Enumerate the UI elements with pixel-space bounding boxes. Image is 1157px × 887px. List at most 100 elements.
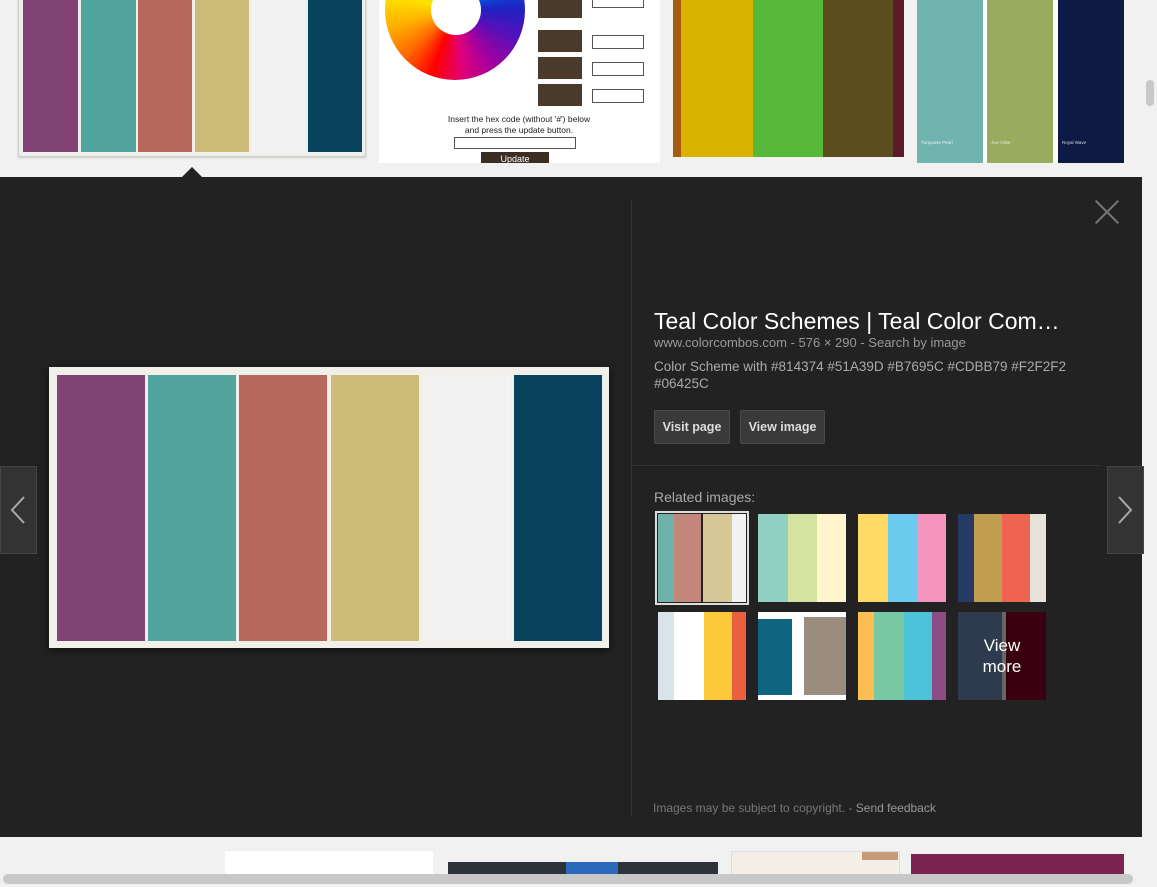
swatch — [538, 30, 582, 52]
meta-separator: - — [790, 335, 799, 350]
hex-box — [592, 0, 644, 8]
image-title[interactable]: Teal Color Schemes | Teal Color Com… — [654, 308, 1094, 335]
chip-label: Jive Olive — [991, 140, 1011, 145]
related-stripe — [1030, 514, 1046, 602]
color-bar — [148, 375, 236, 641]
thumbnail-earth-tones[interactable] — [673, 0, 904, 157]
related-stripe — [1002, 514, 1030, 602]
thumb-stripe — [673, 0, 681, 157]
related-stripe — [703, 514, 732, 602]
view-more-text: View more — [982, 636, 1022, 676]
related-image[interactable] — [758, 514, 846, 602]
related-stripe — [758, 514, 788, 602]
related-stripe — [732, 612, 746, 700]
image-size: 576 × 290 — [798, 335, 857, 350]
related-image[interactable] — [858, 514, 946, 602]
view-image-button[interactable]: View image — [740, 410, 825, 444]
footer-separator: - — [848, 801, 856, 815]
view-more-button[interactable]: View more — [958, 612, 1046, 700]
thumbnail-bottom-1[interactable] — [225, 851, 433, 874]
thumb-stripe — [917, 0, 983, 163]
close-icon[interactable] — [1094, 199, 1120, 225]
hex-box — [592, 62, 644, 76]
search-by-image-link[interactable]: Search by image — [868, 335, 966, 350]
send-feedback-link[interactable]: Send feedback — [856, 801, 936, 815]
color-bar — [57, 375, 145, 641]
copyright-footer: Images may be subject to copyright. - Se… — [653, 801, 936, 815]
chevron-left-icon — [10, 496, 25, 524]
related-image[interactable] — [758, 612, 846, 700]
related-image[interactable] — [858, 612, 946, 700]
hex-input-field — [454, 137, 576, 149]
main-preview-image[interactable] — [49, 367, 609, 648]
related-stripe — [932, 612, 946, 700]
thumbnail-color-wheel[interactable]: Insert the hex code (without '#') below … — [379, 0, 660, 163]
thumb-stripe — [823, 0, 893, 157]
related-stripe — [904, 612, 932, 700]
related-stripe — [704, 612, 732, 700]
image-detail-panel: Teal Color Schemes | Teal Color Com… www… — [0, 177, 1144, 837]
related-stripe — [674, 514, 701, 602]
related-stripe — [874, 612, 904, 700]
related-image[interactable] — [658, 612, 746, 700]
vertical-scrollbar-thumb[interactable] — [1146, 80, 1154, 106]
thumb-stripe — [195, 0, 249, 152]
hex-box — [592, 89, 644, 103]
chip-label: Turquoise Pearl — [921, 140, 953, 145]
related-stripe — [658, 612, 674, 700]
panel-divider — [631, 199, 632, 817]
image-description: Color Scheme with #814374 #51A39D #B7695… — [654, 359, 1066, 391]
color-bar — [331, 375, 419, 641]
related-stripe — [917, 514, 946, 602]
thumbnail-bottom-2[interactable] — [448, 862, 718, 874]
thumb-stripe — [308, 0, 362, 152]
update-button-image: Update — [481, 152, 549, 163]
thumb-stripe — [252, 0, 306, 152]
thumb-stripe — [81, 0, 136, 152]
thumb-stripe — [566, 862, 618, 874]
related-stripe — [758, 619, 792, 695]
thumb-stripe — [753, 0, 823, 157]
swatch — [538, 84, 582, 106]
chip-label: Royal Wave — [1062, 140, 1087, 145]
related-image[interactable] — [958, 514, 1046, 602]
next-button[interactable] — [1107, 466, 1144, 554]
related-stripe — [858, 514, 888, 602]
related-stripe — [858, 612, 874, 700]
thumbnail-bottom-4[interactable] — [911, 854, 1124, 874]
thumbnail-colorcombos[interactable] — [18, 0, 366, 157]
color-bar — [514, 375, 602, 641]
wheel-instruction-1: Insert the hex code (without '#') below — [447, 114, 591, 124]
related-stripe — [804, 617, 846, 695]
thumbnail-paint-chips[interactable]: Turquoise Pearl Jive Olive Royal Wave — [917, 0, 1124, 163]
swatch — [538, 0, 582, 18]
visit-page-button[interactable]: Visit page — [654, 410, 730, 444]
related-stripe — [674, 612, 704, 700]
horizontal-scrollbar-thumb[interactable] — [3, 874, 1133, 884]
color-bar — [239, 375, 327, 641]
swatch — [538, 57, 582, 79]
related-stripe — [888, 514, 917, 602]
hex-box — [592, 35, 644, 49]
related-image[interactable] — [655, 511, 749, 605]
thumb-stripe — [893, 0, 904, 157]
related-stripe — [658, 514, 674, 602]
panel-divider — [632, 465, 1100, 466]
related-stripe — [974, 514, 1002, 602]
chevron-right-icon — [1118, 496, 1133, 524]
view-more-label: View more — [958, 612, 1046, 700]
related-stripe — [958, 514, 974, 602]
thumb-stripe — [1058, 0, 1124, 163]
previous-button[interactable] — [0, 466, 37, 554]
copyright-notice: Images may be subject to copyright. — [653, 801, 846, 815]
thumb-stripe — [138, 0, 192, 152]
source-domain[interactable]: www.colorcombos.com — [654, 335, 787, 350]
related-stripe — [788, 514, 817, 602]
wheel-instruction-2: and press the update button. — [464, 125, 574, 135]
thumbnail-bottom-3[interactable] — [731, 851, 900, 876]
related-images-label: Related images: — [654, 489, 756, 505]
related-stripe — [817, 514, 846, 602]
thumb-stripe — [23, 0, 78, 152]
related-stripe — [732, 514, 746, 602]
image-meta: www.colorcombos.com - 576 × 290 - Search… — [654, 335, 966, 350]
